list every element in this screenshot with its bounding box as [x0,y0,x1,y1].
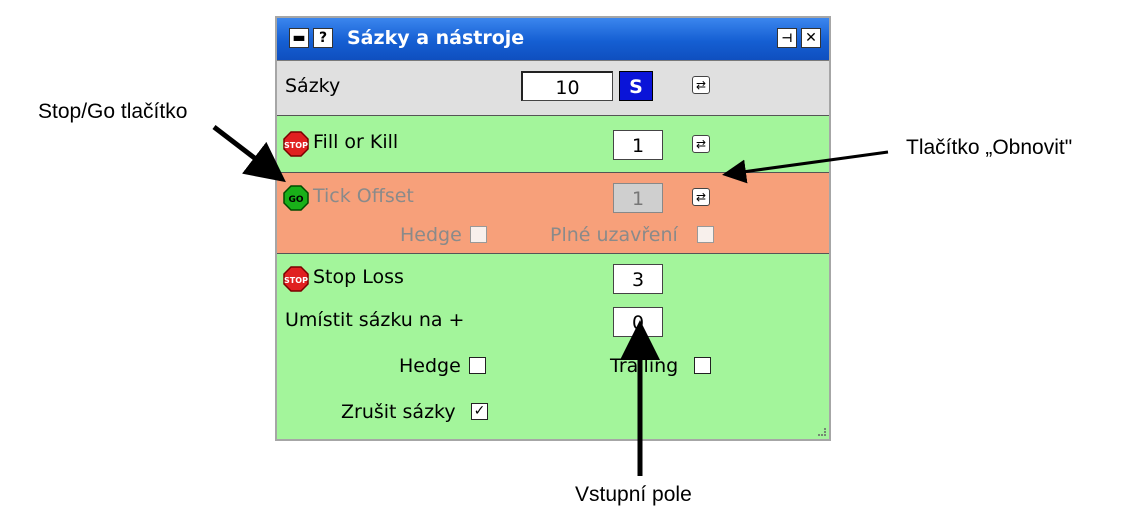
tools-window: ▬ ? Sázky a nástroje ⊣ ✕ Sázky 10 S ⇄ ST… [275,16,831,441]
callout-refresh: Tlačítko „Obnovit" [906,136,1073,159]
refresh-icon[interactable]: ⇄ [692,188,710,206]
refresh-icon[interactable]: ⇄ [692,135,710,153]
trailing-label: Trailing [610,355,679,377]
refresh-icon[interactable]: ⇄ [692,76,710,94]
cancel-bets-checkbox[interactable]: ✓ [471,403,488,420]
full-close-checkbox[interactable] [697,226,714,243]
stop-loss-input[interactable]: 3 [613,264,663,294]
hedge-checkbox[interactable] [469,357,486,374]
svg-text:STOP: STOP [284,141,308,150]
tick-offset-label: Tick Offset [313,185,414,207]
sazky-label: Sázky [285,75,341,97]
full-close-label: Plné uzavření [550,224,678,246]
go-icon[interactable]: GO [283,185,309,211]
arrow-stopgo [212,125,286,183]
svg-text:STOP: STOP [284,276,308,285]
svg-text:GO: GO [288,195,303,205]
resize-grip-icon[interactable] [817,427,827,437]
stop-icon[interactable]: STOP [283,266,309,292]
title-bar[interactable]: ▬ ? Sázky a nástroje ⊣ ✕ [277,18,829,60]
s-button[interactable]: S [619,71,653,101]
hedge-checkbox[interactable] [470,226,487,243]
row-fill-or-kill: STOP Fill or Kill 1 ⇄ [277,115,829,172]
callout-stopgo: Stop/Go tlačítko [38,100,188,123]
pin-icon[interactable]: ⊣ [777,28,797,48]
hedge-label: Hedge [400,224,462,246]
stop-icon[interactable]: STOP [283,131,309,157]
cancel-bets-label: Zrušit sázky [341,401,456,423]
close-icon[interactable]: ✕ [801,28,821,48]
help-icon[interactable]: ? [313,28,333,48]
fill-or-kill-label: Fill or Kill [313,131,399,153]
place-bet-label: Umístit sázku na + [285,309,465,331]
row-sazky: Sázky 10 S ⇄ [277,60,829,115]
hedge-label: Hedge [399,355,461,377]
stop-loss-label: Stop Loss [313,266,404,288]
sazky-input[interactable]: 10 [521,71,613,101]
fill-or-kill-input[interactable]: 1 [613,130,663,160]
minimize-icon[interactable]: ▬ [289,28,309,48]
row-tick-offset: GO Tick Offset 1 ⇄ Hedge Plné uzavření [277,172,829,253]
place-bet-input[interactable]: 0 [613,307,663,337]
trailing-checkbox[interactable] [694,357,711,374]
window-title: Sázky a nástroje [347,27,525,49]
row-stop-loss: STOP Stop Loss 3 Umístit sázku na + 0 He… [277,253,829,439]
callout-input: Vstupní pole [575,483,692,506]
tick-offset-input[interactable]: 1 [613,183,663,213]
